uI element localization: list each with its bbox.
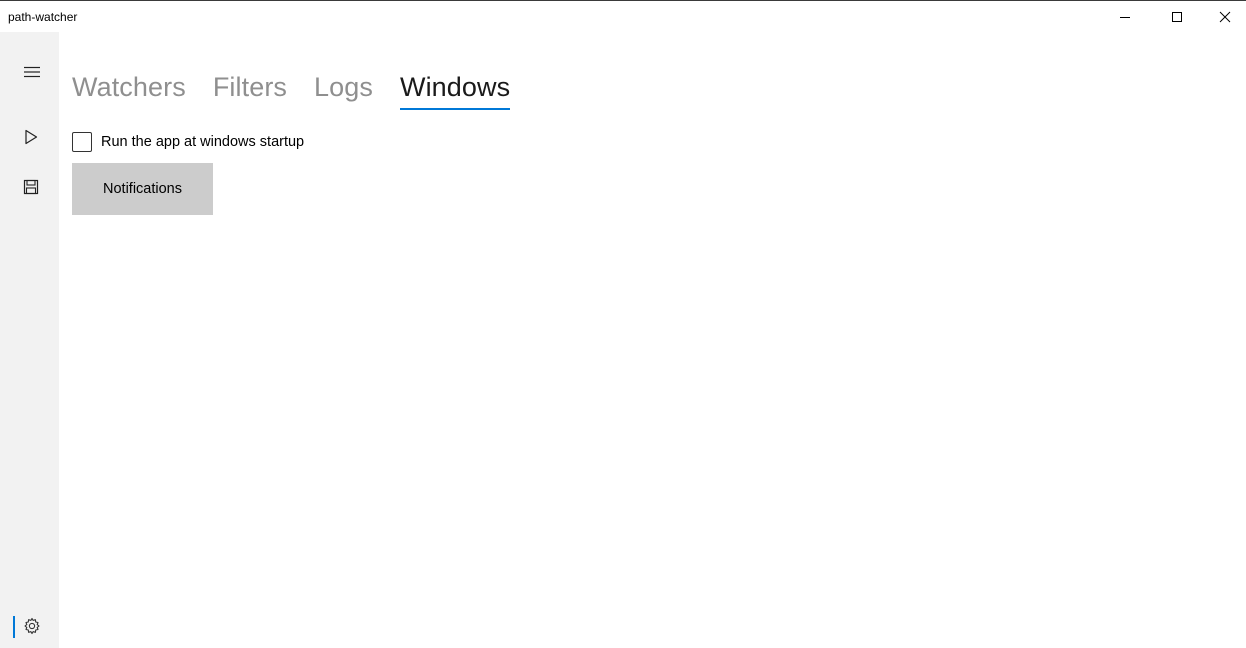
close-button[interactable] [1202, 1, 1246, 32]
minimize-button[interactable] [1102, 1, 1148, 32]
startup-checkbox[interactable] [72, 132, 92, 152]
save-button[interactable] [0, 173, 59, 201]
hamburger-menu-icon [24, 66, 40, 78]
tab-logs[interactable]: Logs [314, 71, 373, 111]
nav-rail [0, 32, 59, 648]
run-button[interactable] [0, 123, 59, 151]
startup-checkbox-label: Run the app at windows startup [101, 134, 305, 150]
pivot-tabs: Watchers Filters Logs Windows [72, 71, 537, 111]
tab-filters[interactable]: Filters [213, 71, 287, 111]
startup-checkbox-row[interactable]: Run the app at windows startup [72, 132, 304, 152]
tab-watchers[interactable]: Watchers [72, 71, 186, 111]
title-bar: path-watcher [0, 1, 1246, 32]
close-icon [1219, 11, 1231, 22]
app-window: path-watcher Watchers Filters Logs Windo… [0, 0, 1246, 648]
maximize-button[interactable] [1154, 1, 1200, 32]
selection-indicator [13, 616, 15, 638]
gear-icon [24, 617, 40, 635]
notifications-button[interactable]: Notifications [72, 163, 213, 215]
play-icon [25, 129, 38, 145]
menu-button[interactable] [0, 58, 59, 86]
save-icon [23, 179, 39, 195]
tab-windows[interactable]: Windows [399, 71, 511, 111]
maximize-icon [1172, 11, 1182, 22]
minimize-icon [1120, 16, 1130, 18]
settings-button[interactable] [0, 612, 59, 640]
window-title: path-watcher [8, 10, 78, 24]
